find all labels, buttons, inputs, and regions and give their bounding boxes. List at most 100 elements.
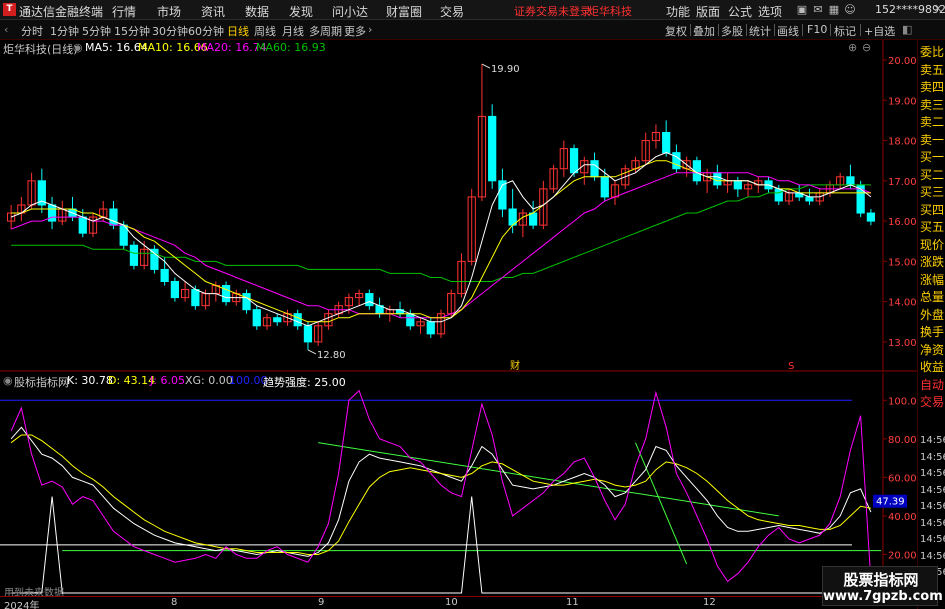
candle-body: [426, 321, 435, 335]
divider: [802, 24, 803, 36]
xg-label: XG: 0.00: [185, 374, 233, 387]
tab-daily[interactable]: 日线: [227, 23, 249, 39]
menu-shuju[interactable]: 数据: [245, 3, 269, 20]
tab-5min[interactable]: 5分钟: [82, 23, 111, 39]
side-item[interactable]: 交易: [920, 394, 945, 411]
chart-title: 炬华科技(日线): [3, 43, 78, 56]
j-line: [10, 389, 872, 583]
side-item[interactable]: 卖二: [920, 114, 945, 131]
side-time-label: 14:56: [920, 517, 945, 529]
app-logo-icon: T: [3, 3, 16, 16]
mail-icon[interactable]: ✉: [812, 3, 824, 16]
side-item[interactable]: 卖一: [920, 132, 945, 149]
candle-body: [242, 293, 251, 311]
side-time-label: 14:56: [920, 550, 945, 562]
side-item[interactable]: 涨幅: [920, 272, 945, 289]
menu-zixun[interactable]: 资讯: [201, 3, 225, 20]
side-time-label: 14:56: [920, 435, 945, 446]
side-item[interactable]: 总量: [920, 289, 945, 306]
menu-shichang[interactable]: 市场: [157, 3, 181, 20]
indicator-name: 股标指标网: [14, 376, 69, 389]
side-item[interactable]: 卖五: [920, 62, 945, 79]
side-item[interactable]: 买三: [920, 184, 945, 201]
candle-body: [406, 313, 415, 327]
menu-banmian[interactable]: 版面: [696, 3, 720, 20]
close-window-icon[interactable]: ✕: [932, 3, 944, 16]
back-icon[interactable]: ‹: [4, 23, 8, 36]
x-label: 9: [318, 597, 325, 608]
menu-faxian[interactable]: 发现: [289, 3, 313, 20]
statistics-button[interactable]: 统计: [749, 23, 771, 39]
menu-wenxiaoda[interactable]: 问小达: [332, 3, 368, 20]
mark-button[interactable]: 标记: [834, 23, 856, 39]
y-tick-label: 40.00: [888, 512, 917, 523]
candle-body: [221, 285, 231, 303]
side-item[interactable]: 买二: [920, 167, 945, 184]
candle-body: [293, 313, 302, 327]
menu-xuanxiang[interactable]: 选项: [758, 3, 782, 20]
side-item[interactable]: 净资: [920, 342, 945, 359]
side-item[interactable]: 收益: [920, 359, 945, 376]
add-watchlist-button[interactable]: +自选: [864, 23, 895, 39]
tab-weekly[interactable]: 周线: [254, 23, 276, 39]
j-label: J: 6.05: [150, 374, 185, 387]
d-line: [10, 434, 871, 555]
menu-caifuquan[interactable]: 财富圈: [386, 3, 422, 20]
chevron-right-icon[interactable]: ›: [368, 23, 372, 36]
grid-icon[interactable]: ▦: [828, 3, 840, 16]
candle-body: [252, 309, 261, 327]
indicator-chart[interactable]: 100.00 80.00 60.00 40.00 20.00 47.39: [0, 373, 917, 596]
tab-multi-period[interactable]: 多周期: [309, 23, 342, 39]
tab-30min[interactable]: 30分钟: [152, 23, 188, 39]
tab-monthly[interactable]: 月线: [282, 23, 304, 39]
login-notice[interactable]: 证券交易未登录: [514, 3, 591, 19]
tab-60min[interactable]: 60分钟: [188, 23, 224, 39]
multi-stock-button[interactable]: 多股: [721, 23, 743, 39]
tab-more[interactable]: 更多: [344, 23, 366, 39]
settings-icon[interactable]: ◉: [73, 41, 83, 54]
f10-button[interactable]: F10: [807, 23, 827, 36]
x-label: 10: [445, 597, 458, 608]
zoom-minus-icon[interactable]: ⊖: [862, 41, 871, 54]
overlay-button[interactable]: 叠加: [693, 23, 715, 39]
candle-body: [774, 188, 783, 202]
price-chart[interactable]: 20.00 19.00 18.00 17.00 16.00 15.00 14.00 13.00…: [0, 40, 917, 372]
side-item[interactable]: 买一: [920, 149, 945, 166]
menu-hangqing[interactable]: 行情: [112, 3, 136, 20]
restore-right-button[interactable]: 复权: [665, 23, 687, 39]
side-item[interactable]: 买五: [920, 219, 945, 236]
finance-event-marker: 财: [510, 359, 520, 372]
d-label: D: 43.14: [108, 374, 156, 387]
candle-body: [529, 212, 538, 226]
side-item[interactable]: 委比: [920, 44, 945, 61]
signal-marker: S: [788, 361, 794, 372]
side-item[interactable]: 换手: [920, 324, 945, 341]
y-tick-label: 80.00: [888, 435, 917, 446]
menu-gongshi[interactable]: 公式: [728, 3, 752, 20]
zoom-plus-icon[interactable]: ⊕: [848, 41, 857, 54]
side-item[interactable]: 外盘: [920, 307, 945, 324]
side-item[interactable]: 现价: [920, 237, 945, 254]
menu-jiaoyi[interactable]: 交易: [440, 3, 464, 20]
side-item[interactable]: 卖四: [920, 79, 945, 96]
panel-toggle-icon[interactable]: ◧: [902, 23, 912, 36]
side-item[interactable]: 买四: [920, 202, 945, 219]
candle-body: [129, 244, 139, 266]
side-item[interactable]: 自动: [920, 377, 945, 394]
tab-15min[interactable]: 15分钟: [114, 23, 150, 39]
ma5-line: [10, 152, 872, 327]
candle-body: [303, 325, 313, 343]
person-icon[interactable]: ☺: [844, 3, 856, 16]
menu-gongneng[interactable]: 功能: [666, 3, 690, 20]
side-item[interactable]: 涨跌: [920, 254, 945, 271]
indicator-settings-icon[interactable]: ◉: [3, 374, 13, 387]
ma20-line: [10, 172, 872, 319]
user-icon[interactable]: ▣: [796, 3, 808, 16]
tab-1min[interactable]: 1分钟: [50, 23, 79, 39]
side-item[interactable]: 卖三: [920, 97, 945, 114]
tab-fenshi[interactable]: 分时: [21, 23, 43, 39]
draw-line-button[interactable]: 画线: [777, 23, 799, 39]
candle-body: [866, 212, 876, 222]
y-tick-label: 16.00: [888, 217, 917, 228]
candle-body: [109, 208, 118, 226]
